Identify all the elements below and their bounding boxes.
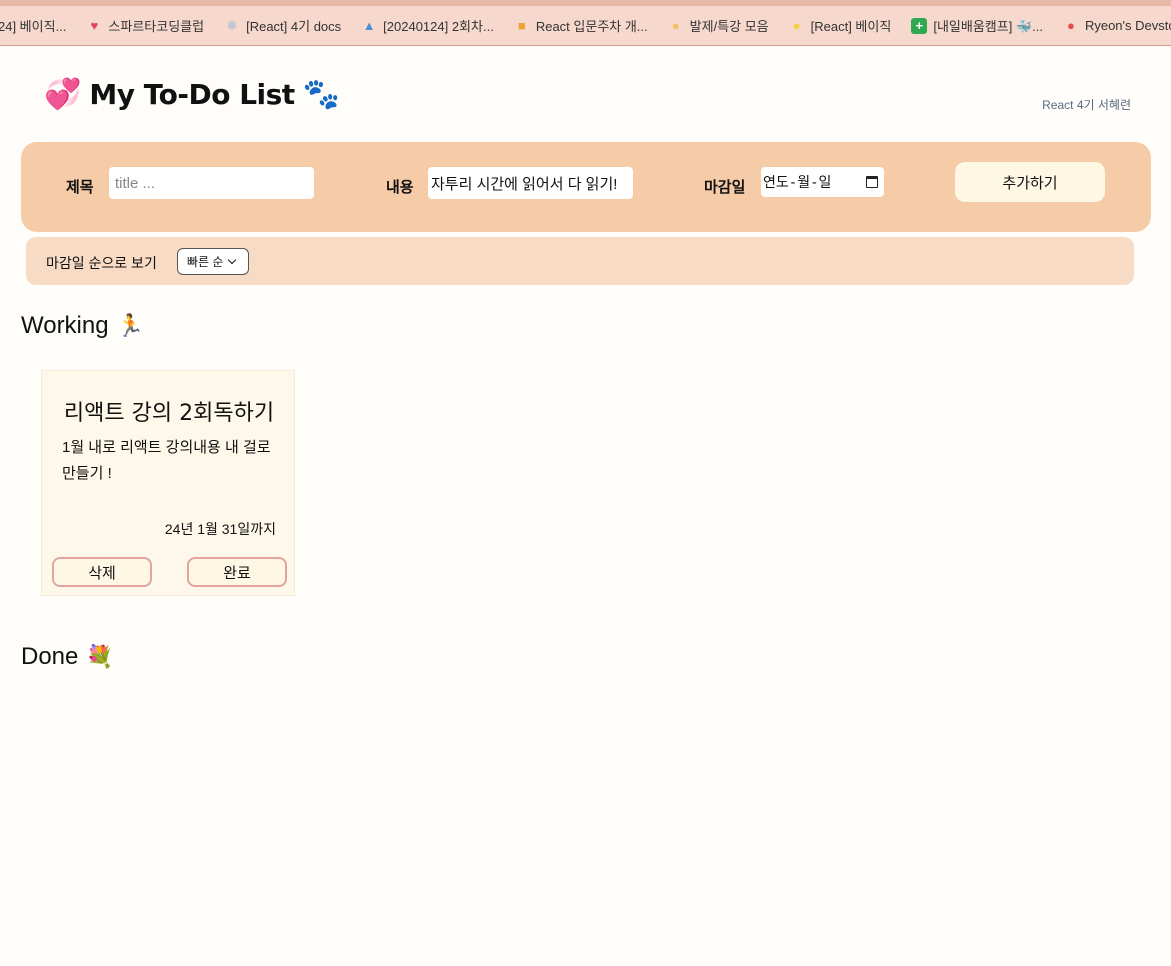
dress-icon: ▲ — [362, 18, 376, 33]
add-button[interactable]: 추가하기 — [955, 162, 1105, 202]
title-input[interactable]: title ... — [109, 167, 314, 199]
chevron-down-icon — [228, 255, 237, 264]
card-body: 1월 내로 리액트 강의내용 내 걸로 만들기 ! — [62, 439, 271, 482]
page-header: 💞 My To-Do List 🐾 — [44, 78, 340, 111]
card-deadline: 24년 1월 31일까지 — [164, 521, 276, 537]
title-label: 제목 — [66, 179, 94, 196]
done-title-text: Done — [21, 643, 79, 670]
working-title-text: Working — [21, 312, 109, 339]
sort-bar: 마감일 순으로 보기 빠른 순 — [26, 237, 1134, 285]
todo-card: 리액트 강의 2회독하기 1월 내로 리액트 강의내용 내 걸로 만들기 ! 2… — [41, 370, 295, 596]
bookmark-label: React 입문주차 개... — [535, 19, 648, 34]
page-title: My To-Do List — [89, 78, 295, 111]
todo-input-form: 제목 title ... 내용 자투리 시간에 읽어서 다 읽기! 마감일 연도… — [21, 142, 1151, 232]
sheet-icon: + — [911, 17, 928, 34]
bookmark-item[interactable]: ● 발제/특강 모음 — [658, 6, 779, 45]
card-title: 리액트 강의 2회독하기 — [63, 401, 275, 426]
bookmark-label: [내일배움캠프] 🐳... — [933, 19, 1043, 34]
book-icon: ■ — [517, 18, 526, 33]
bookmark-label: Ryeon's Devstory — [1084, 18, 1171, 33]
bookmark-item[interactable]: ▲ [20240124] 2회차... — [351, 6, 504, 45]
person-icon: ● — [671, 18, 680, 33]
calendar-icon[interactable] — [866, 176, 878, 188]
blog-icon: ● — [1067, 18, 1075, 33]
bookmark-label: [React] 베이직 — [810, 19, 892, 34]
content-label: 내용 — [386, 179, 414, 196]
deadline-label: 마감일 — [704, 179, 746, 196]
bookmark-item[interactable]: ⚛ [React] 4기 docs — [214, 6, 351, 45]
bookmark-label: 스파르타코딩클럽 — [108, 19, 205, 34]
sort-label: 마감일 순으로 보기 — [46, 255, 157, 271]
bookmark-item[interactable]: ♥ 스파르타코딩클럽 — [76, 6, 214, 45]
delete-button[interactable]: 삭제 — [52, 557, 152, 587]
deadline-date-input[interactable]: 연도-월-일 — [761, 167, 884, 197]
react-icon: ⚛ — [226, 18, 238, 33]
paws-icon: 🐾 — [302, 77, 341, 111]
bookmark-label: [React] 4기 docs — [246, 19, 342, 34]
bookmark-label: 24] 베이직... — [0, 19, 67, 34]
runner-icon: 🏃 — [116, 313, 144, 338]
author-label: React 4기 서혜련 — [1042, 98, 1131, 112]
working-section-title: Working 🏃 — [21, 312, 144, 340]
bookmark-item[interactable]: + [내일배움캠프] 🐳... — [901, 6, 1053, 45]
chick-icon: ● — [792, 18, 801, 33]
content-input[interactable]: 자투리 시간에 읽어서 다 읽기! — [428, 167, 633, 199]
heart-icon: ♥ — [90, 18, 99, 33]
bookmark-item[interactable]: 24] 베이직... — [0, 6, 76, 45]
complete-button[interactable]: 완료 — [187, 557, 287, 587]
bookmark-item[interactable]: ■ React 입문주차 개... — [504, 6, 658, 45]
bookmark-item[interactable]: ● [React] 베이직 — [779, 6, 902, 45]
bookmark-label: [20240124] 2회차... — [383, 19, 494, 34]
bouquet-icon: 💐 — [86, 644, 114, 669]
bookmark-label: 발제/특강 모음 — [689, 19, 769, 34]
date-placeholder: 연도-월-일 — [763, 175, 832, 191]
sort-selected-value: 빠른 순 — [187, 255, 224, 269]
hearts-icon: 💞 — [44, 77, 82, 111]
done-section-title: Done 💐 — [21, 643, 114, 671]
bookmarks-bar: 24] 베이직... ♥ 스파르타코딩클럽 ⚛ [React] 4기 docs ▲ [202… — [0, 6, 1171, 46]
sort-select[interactable]: 빠른 순 — [177, 248, 249, 275]
bookmark-item[interactable]: ● Ryeon's Devstory — [1053, 6, 1171, 45]
